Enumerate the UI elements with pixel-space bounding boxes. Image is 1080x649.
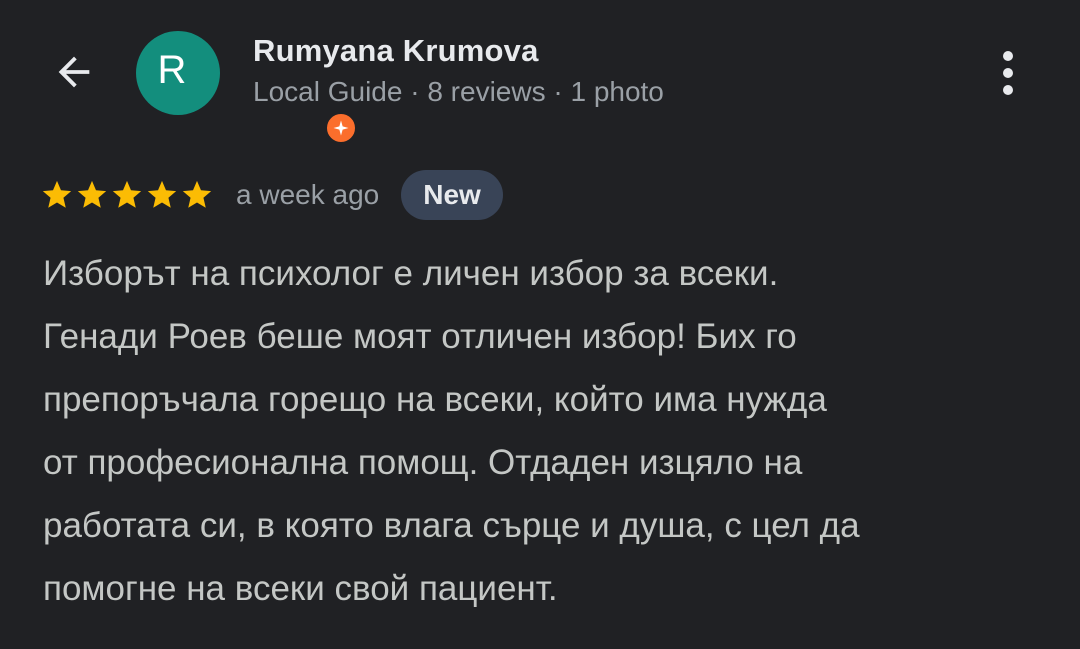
more-options-button[interactable] — [982, 44, 1034, 102]
star-icon — [77, 180, 107, 208]
more-vert-icon-dot — [1003, 68, 1013, 78]
review-text: Изборът на психолог е личен избор за все… — [43, 254, 860, 608]
star-icon — [182, 180, 212, 208]
star-rating — [40, 178, 214, 212]
review-header: R Rumyana Krumova Local Guide · 8 review… — [0, 0, 1080, 150]
avatar-letter: R — [157, 47, 187, 92]
new-badge: New — [401, 170, 503, 220]
more-vert-icon — [1003, 51, 1013, 61]
back-button[interactable] — [44, 42, 104, 102]
star-icon — [147, 180, 177, 208]
more-vert-icon-dot — [1003, 85, 1013, 95]
rating-row: a week ago New — [40, 170, 503, 220]
user-name[interactable]: Rumyana Krumova — [253, 33, 539, 69]
star-icon — [42, 180, 72, 208]
user-meta: Local Guide · 8 reviews · 1 photo — [253, 76, 664, 107]
avatar[interactable]: R — [136, 31, 358, 145]
local-guide-icon — [324, 111, 358, 145]
review-date: a week ago — [236, 179, 380, 210]
arrow-back-icon — [58, 56, 90, 88]
star-icon — [112, 180, 142, 208]
